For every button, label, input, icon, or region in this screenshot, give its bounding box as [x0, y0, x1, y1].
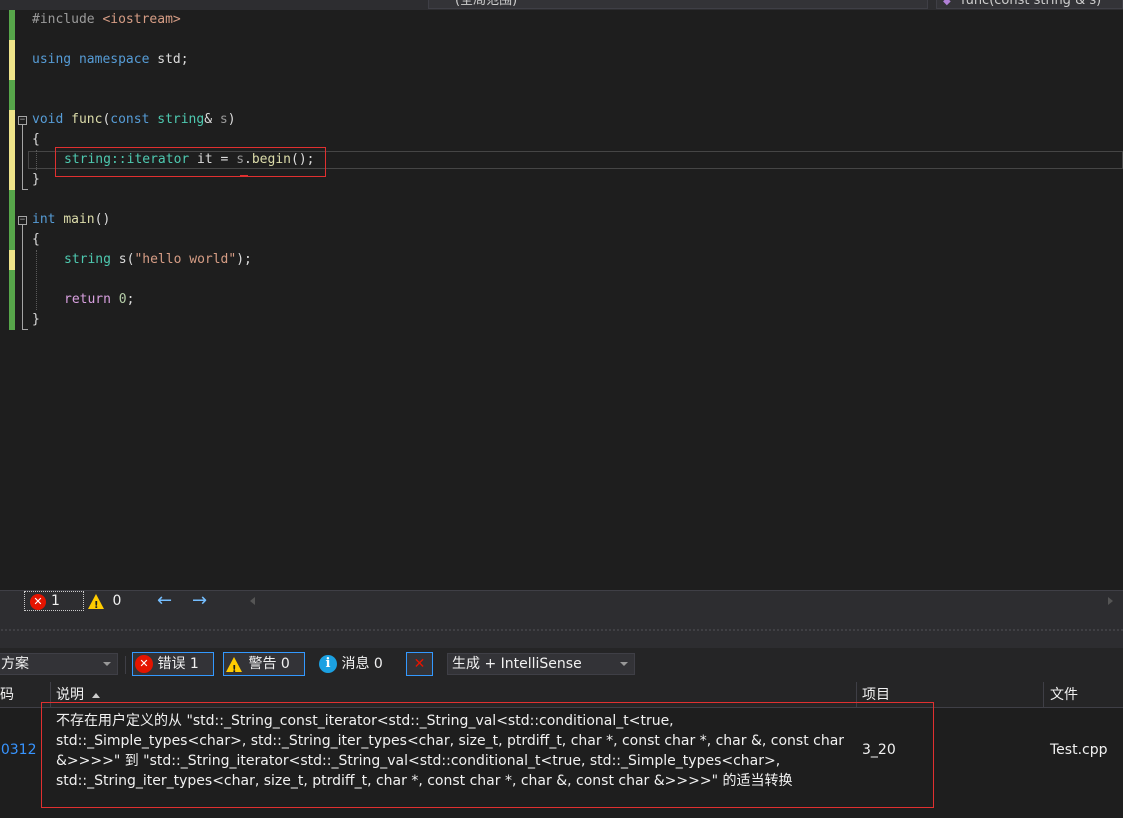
warning-icon: !	[88, 593, 104, 611]
filter-clear-icon: ✕	[413, 656, 426, 672]
code-line-1: #include <iostream>	[32, 12, 181, 27]
warnings-filter-button[interactable]: ! 警告 0	[223, 652, 305, 676]
warning-count: 0	[112, 593, 122, 609]
annotation-box-code	[55, 147, 326, 177]
column-header-code[interactable]: 代码	[0, 682, 14, 708]
warnings-filter-label: 警告 0	[248, 656, 290, 672]
chevron-down-icon	[103, 662, 111, 666]
saved-change-marker	[9, 190, 15, 250]
editor-status-bar: ✕ 1 ! 0 ← →	[0, 590, 1123, 612]
messages-filter-button[interactable]: i 消息 0	[316, 652, 396, 676]
errors-filter-button[interactable]: ✕ 错误 1	[132, 652, 214, 676]
fold-line-end	[22, 189, 28, 190]
scope-filter-dropdown[interactable]: 方案	[0, 653, 118, 675]
saved-change-marker	[9, 10, 15, 40]
annotation-box-error	[41, 702, 934, 808]
column-header-file[interactable]: 文件	[1050, 682, 1078, 708]
panel-splitter[interactable]	[0, 612, 1123, 648]
collapse-func-icon[interactable]: −	[18, 116, 27, 125]
code-line-16: }	[32, 312, 40, 327]
navigation-bar: (全局范围) ◆ func(const string & s)	[0, 0, 1123, 10]
scroll-left-icon[interactable]	[250, 597, 255, 605]
code-line-3: using namespace std;	[32, 52, 189, 67]
saved-change-marker	[9, 270, 15, 330]
chevron-down-icon	[620, 662, 628, 666]
unsaved-change-marker	[9, 40, 15, 80]
toolbar-separator	[125, 656, 126, 674]
unsaved-change-marker	[9, 110, 15, 190]
scroll-right-icon[interactable]	[1108, 597, 1113, 605]
errors-filter-label: 错误 1	[157, 656, 199, 672]
arrow-right-icon[interactable]: →	[192, 591, 207, 611]
error-count-indicator[interactable]: ✕ 1	[24, 591, 84, 611]
method-icon: ◆	[943, 0, 951, 7]
member-dropdown[interactable]: ◆ func(const string & s)	[936, 0, 1123, 9]
fold-line	[22, 125, 23, 189]
scope-dropdown[interactable]: (全局范围)	[428, 0, 928, 9]
code-line-6: void func(const string& s)	[32, 112, 236, 127]
sort-ascending-icon	[92, 692, 100, 698]
indent-guide	[36, 150, 37, 170]
filter-toggle-button[interactable]: ✕	[406, 652, 433, 676]
code-line-13: string s("hello world");	[64, 252, 252, 267]
indent-guide	[36, 250, 37, 310]
arrow-left-icon[interactable]: ←	[157, 591, 172, 611]
error-icon: ✕	[135, 655, 153, 673]
code-line-7: {	[32, 132, 40, 147]
error-file: Test.cpp	[1050, 742, 1108, 758]
build-source-label: 生成 + IntelliSense	[452, 656, 582, 672]
warning-count-indicator[interactable]: ! 0	[88, 591, 121, 611]
fold-line-end	[22, 329, 28, 330]
fold-line	[22, 225, 23, 329]
code-editor[interactable]: − − #include <iostream> using namespace …	[0, 10, 1123, 590]
code-line-15: return 0;	[64, 292, 135, 307]
member-label: func(const string & s)	[961, 0, 1102, 8]
code-line-11: int main()	[32, 212, 111, 227]
collapse-main-icon[interactable]: −	[18, 216, 27, 225]
info-icon: i	[319, 655, 337, 673]
code-line-12: {	[32, 232, 40, 247]
scope-label: (全局范围)	[455, 0, 518, 8]
warning-icon: !	[226, 656, 242, 675]
saved-change-marker	[9, 80, 15, 110]
scope-filter-label: 方案	[1, 656, 29, 672]
unsaved-change-marker	[9, 250, 15, 270]
error-icon: ✕	[30, 593, 46, 611]
code-line-9: }	[32, 172, 40, 187]
build-source-dropdown[interactable]: 生成 + IntelliSense	[447, 653, 635, 675]
error-list-toolbar: 方案 ✕ 错误 1 ! 警告 0 i 消息 0 ✕ 生成 + IntelliSe…	[0, 648, 1123, 682]
messages-filter-label: 消息 0	[341, 656, 383, 672]
error-count: 1	[51, 593, 60, 609]
error-code-link[interactable]: E0312	[0, 742, 36, 758]
